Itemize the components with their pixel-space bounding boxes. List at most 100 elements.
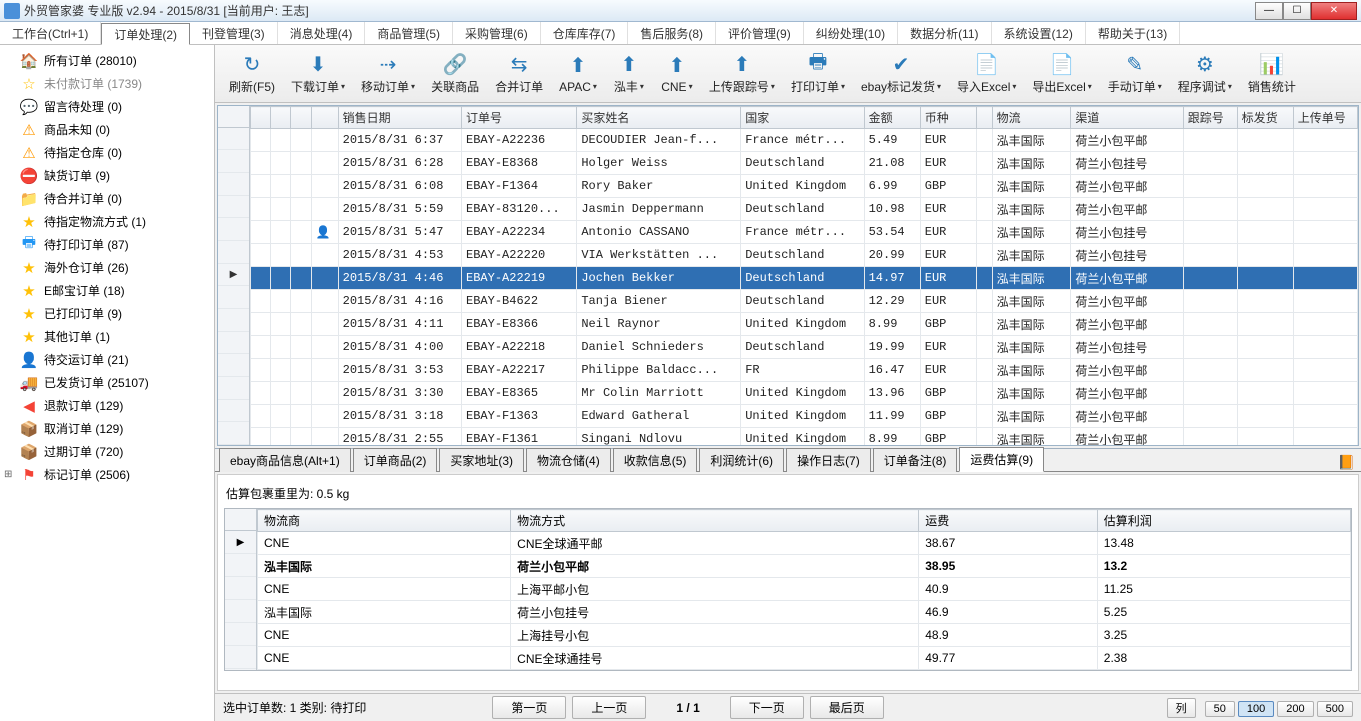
table-row[interactable]: 2015/8/31 6:08EBAY-F1364Rory BakerUnited… — [251, 175, 1358, 198]
toolbar-button[interactable]: ⇆合并订单 — [487, 50, 551, 97]
toolbar-button[interactable]: ⇢移动订单▾ — [353, 50, 423, 97]
table-row[interactable]: 2015/8/31 4:11EBAY-E8366Neil RaynorUnite… — [251, 313, 1358, 336]
bookmark-icon[interactable]: 📙 — [1338, 454, 1355, 471]
sidebar-item[interactable]: ⚠待指定仓库 (0) — [0, 141, 214, 164]
column-header[interactable]: 订单号 — [462, 107, 577, 129]
table-row[interactable]: 2015/8/31 4:00EBAY-A22218Daniel Schniede… — [251, 336, 1358, 359]
table-row[interactable]: 2015/8/31 6:37EBAY-A22236DECOUDIER Jean-… — [251, 129, 1358, 152]
column-header[interactable]: 币种 — [920, 107, 976, 129]
menu-item[interactable]: 售后服务(8) — [628, 22, 716, 44]
column-header[interactable] — [291, 107, 311, 129]
toolbar-button[interactable]: ↻刷新(F5) — [221, 50, 283, 97]
prev-page-button[interactable]: 上一页 — [572, 696, 646, 719]
toolbar-button[interactable]: ⬆泓丰▾ — [605, 50, 653, 97]
maximize-button[interactable]: ☐ — [1283, 2, 1311, 20]
column-header[interactable]: 物流方式 — [511, 510, 919, 532]
column-header[interactable] — [311, 107, 338, 129]
last-page-button[interactable]: 最后页 — [810, 696, 884, 719]
table-row[interactable]: 2015/8/31 5:59EBAY-83120...Jasmin Depper… — [251, 198, 1358, 221]
detail-tab[interactable]: 收款信息(5) — [613, 448, 698, 472]
table-row[interactable]: 2015/8/31 2:55EBAY-F1361Singani NdlovuUn… — [251, 428, 1358, 446]
sidebar-item[interactable]: 💬留言待处理 (0) — [0, 95, 214, 118]
column-header[interactable]: 上传单号 — [1293, 107, 1357, 129]
next-page-button[interactable]: 下一页 — [730, 696, 804, 719]
table-row[interactable]: 泓丰国际荷兰小包挂号46.95.25 — [258, 601, 1351, 624]
sidebar-item[interactable]: ★其他订单 (1) — [0, 325, 214, 348]
table-row[interactable]: 2015/8/31 6:28EBAY-E8368Holger WeissDeut… — [251, 152, 1358, 175]
sidebar-item[interactable]: 👤待交运订单 (21) — [0, 348, 214, 371]
table-row[interactable]: 👤2015/8/31 5:47EBAY-A22234Antonio CASSAN… — [251, 221, 1358, 244]
order-grid[interactable]: ▶ 销售日期订单号买家姓名国家金额币种物流渠道跟踪号标发货上传单号2015/8/… — [217, 105, 1359, 446]
table-row[interactable]: 2015/8/31 3:18EBAY-F1363Edward GatheralU… — [251, 405, 1358, 428]
sidebar-item[interactable]: 📁待合并订单 (0) — [0, 187, 214, 210]
column-header[interactable]: 买家姓名 — [577, 107, 741, 129]
column-header[interactable]: 物流 — [992, 107, 1071, 129]
menu-item[interactable]: 评价管理(9) — [716, 22, 804, 44]
page-size-button[interactable]: 100 — [1238, 701, 1274, 717]
columns-button[interactable]: 列 — [1167, 698, 1196, 718]
close-button[interactable]: ✕ — [1311, 2, 1357, 20]
column-header[interactable]: 渠道 — [1071, 107, 1183, 129]
column-header[interactable] — [251, 107, 271, 129]
table-row[interactable]: 2015/8/31 4:53EBAY-A22220VIA Werkstätten… — [251, 244, 1358, 267]
menu-item[interactable]: 消息处理(4) — [278, 22, 366, 44]
column-header[interactable]: 标发货 — [1237, 107, 1293, 129]
table-row[interactable]: 泓丰国际荷兰小包平邮38.9513.2 — [258, 555, 1351, 578]
toolbar-button[interactable]: ⬆APAC▾ — [551, 52, 605, 96]
sidebar-item[interactable]: ★待指定物流方式 (1) — [0, 210, 214, 233]
toolbar-button[interactable]: ⬇下载订单▾ — [283, 50, 353, 97]
page-size-button[interactable]: 50 — [1205, 701, 1235, 717]
sidebar-item[interactable]: ★海外仓订单 (26) — [0, 256, 214, 279]
toolbar-button[interactable]: ⬆CNE▾ — [653, 52, 701, 96]
sidebar-item[interactable]: ◀退款订单 (129) — [0, 394, 214, 417]
first-page-button[interactable]: 第一页 — [492, 696, 566, 719]
detail-tab[interactable]: 订单商品(2) — [353, 448, 438, 472]
column-header[interactable]: 估算利润 — [1097, 510, 1350, 532]
toolbar-button[interactable]: ✎手动订单▾ — [1100, 50, 1170, 97]
column-header[interactable] — [271, 107, 291, 129]
sidebar-item[interactable]: 🖶待打印订单 (87) — [0, 233, 214, 256]
table-row[interactable]: 2015/8/31 3:30EBAY-E8365Mr Colin Marriot… — [251, 382, 1358, 405]
menu-item[interactable]: 数据分析(11) — [898, 22, 991, 44]
menu-item[interactable]: 仓库库存(7) — [541, 22, 629, 44]
shipping-estimate-grid[interactable]: ▶ 物流商物流方式运费估算利润CNECNE全球通平邮38.6713.48泓丰国际… — [224, 508, 1352, 671]
detail-tab[interactable]: ebay商品信息(Alt+1) — [219, 448, 351, 472]
detail-tab[interactable]: 操作日志(7) — [786, 448, 871, 472]
menu-item[interactable]: 刊登管理(3) — [190, 22, 278, 44]
sidebar-item[interactable]: 🏠所有订单 (28010) — [0, 49, 214, 72]
toolbar-button[interactable]: ⬆上传跟踪号▾ — [701, 50, 783, 97]
menu-item[interactable]: 系统设置(12) — [992, 22, 1086, 44]
toolbar-button[interactable]: 📄导入Excel▾ — [949, 50, 1024, 97]
column-header[interactable] — [976, 107, 992, 129]
menu-item[interactable]: 订单处理(2) — [101, 23, 190, 45]
detail-tab[interactable]: 买家地址(3) — [439, 448, 524, 472]
sidebar-item[interactable]: ★已打印订单 (9) — [0, 302, 214, 325]
table-row[interactable]: CNECNE全球通平邮38.6713.48 — [258, 532, 1351, 555]
toolbar-button[interactable]: 📊销售统计 — [1240, 50, 1304, 97]
table-row[interactable]: CNE上海平邮小包40.911.25 — [258, 578, 1351, 601]
sidebar-item[interactable]: 📦过期订单 (720) — [0, 440, 214, 463]
toolbar-button[interactable]: ✔ebay标记发货▾ — [853, 50, 949, 97]
page-size-button[interactable]: 500 — [1317, 701, 1353, 717]
table-row[interactable]: CNE上海挂号小包48.93.25 — [258, 624, 1351, 647]
menu-item[interactable]: 商品管理(5) — [365, 22, 453, 44]
sidebar-item[interactable]: ⛔缺货订单 (9) — [0, 164, 214, 187]
toolbar-button[interactable]: 📄导出Excel▾ — [1024, 50, 1099, 97]
detail-tab[interactable]: 利润统计(6) — [699, 448, 784, 472]
page-size-button[interactable]: 200 — [1277, 701, 1313, 717]
toolbar-button[interactable]: 🔗关联商品 — [423, 50, 487, 97]
sidebar-item[interactable]: 🚚已发货订单 (25107) — [0, 371, 214, 394]
detail-tab[interactable]: 运费估算(9) — [959, 447, 1044, 472]
column-header[interactable]: 运费 — [919, 510, 1098, 532]
toolbar-button[interactable]: ⚙程序调试▾ — [1170, 50, 1240, 97]
detail-tab[interactable]: 订单备注(8) — [873, 448, 958, 472]
table-row[interactable]: 2015/8/31 3:53EBAY-A22217Philippe Baldac… — [251, 359, 1358, 382]
table-row[interactable]: 2015/8/31 4:46EBAY-A22219Jochen BekkerDe… — [251, 267, 1358, 290]
sidebar-item[interactable]: ⊞⚑标记订单 (2506) — [0, 463, 214, 486]
column-header[interactable]: 物流商 — [258, 510, 511, 532]
column-header[interactable]: 销售日期 — [338, 107, 461, 129]
toolbar-button[interactable]: 🖶打印订单▾ — [783, 50, 853, 97]
sidebar-item[interactable]: 📦取消订单 (129) — [0, 417, 214, 440]
menu-item[interactable]: 采购管理(6) — [453, 22, 541, 44]
column-header[interactable]: 金额 — [864, 107, 920, 129]
